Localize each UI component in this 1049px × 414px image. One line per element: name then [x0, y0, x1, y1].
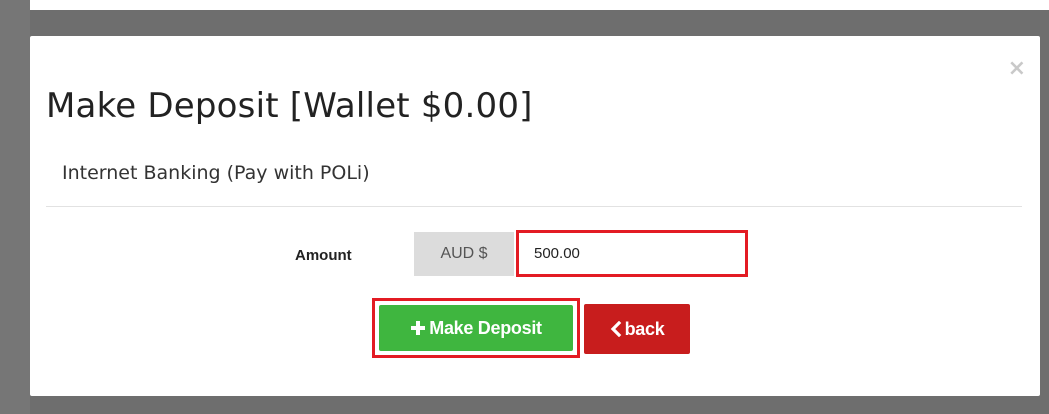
backdrop-top-edge: [0, 0, 1049, 10]
deposit-modal: × Make Deposit [Wallet $0.00] Internet B…: [30, 36, 1040, 396]
amount-input[interactable]: [520, 234, 744, 273]
back-label: back: [624, 318, 665, 339]
section-divider: [46, 206, 1022, 207]
modal-backdrop: [0, 0, 30, 414]
close-button[interactable]: ×: [1008, 58, 1026, 80]
currency-prefix: AUD $: [414, 232, 514, 276]
modal-title: Make Deposit [Wallet $0.00]: [46, 86, 533, 126]
make-deposit-label: Make Deposit: [429, 317, 542, 338]
payment-method-title: Internet Banking (Pay with POLi): [62, 162, 370, 184]
make-deposit-button[interactable]: Make Deposit: [379, 305, 573, 351]
plus-icon: [410, 320, 426, 336]
back-button[interactable]: back: [584, 304, 690, 354]
chevron-left-icon: [610, 321, 622, 337]
amount-label: Amount: [295, 247, 352, 264]
